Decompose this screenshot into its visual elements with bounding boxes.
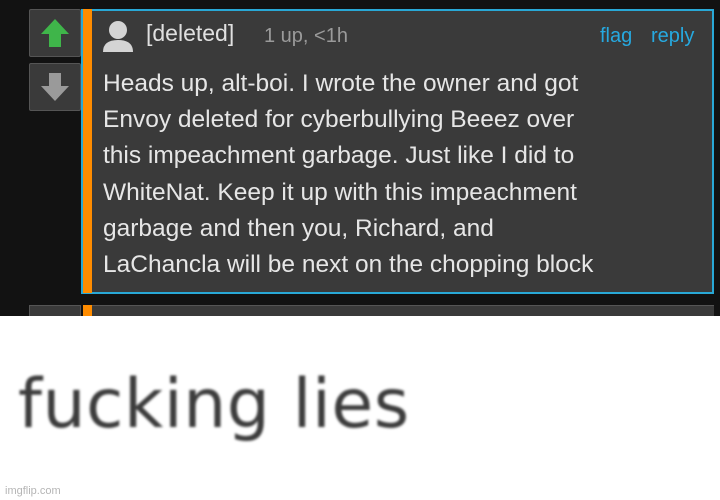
- comment-meta: 1 up, <1h: [264, 25, 348, 47]
- comment-body-line: Heads up, alt-boi. I wrote the owner and…: [103, 70, 579, 97]
- arrow-down-icon: [39, 71, 71, 103]
- comment-body-line: LaChancla will be next on the chopping b…: [103, 251, 594, 279]
- comment-body-line: this impeachment garbage. Just like I di…: [103, 142, 575, 170]
- comment-screenshot: [deleted] 1 up, <1h flag reply Heads up,…: [0, 0, 720, 316]
- meme-caption: fucking lies: [18, 365, 410, 444]
- comment-author[interactable]: [deleted]: [146, 18, 234, 48]
- comment-body-line: WhiteNat. Keep it up with this impeachme…: [103, 178, 577, 206]
- comment-body: Heads up, alt-boi. I wrote the owner and…: [103, 66, 709, 283]
- watermark: imgflip.com: [5, 485, 61, 497]
- downvote-button[interactable]: [29, 63, 81, 111]
- avatar-icon: [101, 20, 135, 52]
- arrow-up-icon: [39, 17, 71, 49]
- upvote-button[interactable]: [29, 9, 81, 57]
- next-comment-accent-bar: [83, 305, 92, 316]
- next-comment-card: [92, 305, 714, 316]
- comment-accent-bar: [83, 9, 92, 293]
- reply-link[interactable]: reply: [651, 22, 694, 50]
- comment-body-line: Envoy deleted for cyberbullying Beeez ov…: [103, 106, 575, 134]
- next-comment-vote[interactable]: [29, 305, 81, 316]
- flag-link[interactable]: flag: [600, 22, 632, 50]
- comment-body-line: garbage and then you, Richard, and: [103, 214, 494, 242]
